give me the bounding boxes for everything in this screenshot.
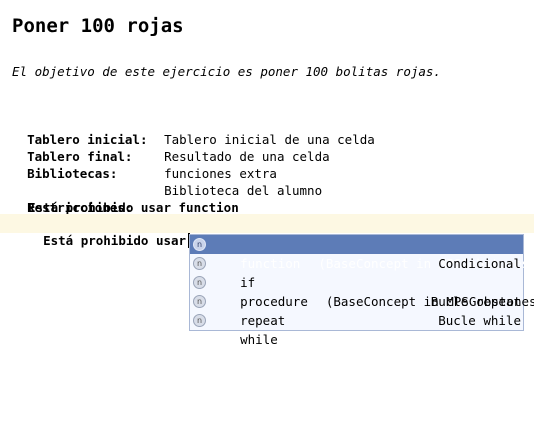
completion-item-function[interactable]: n function (BaseConcept in MPSGobstones) xyxy=(190,235,534,271)
field-tablero-final: Tablero final: Resultado de una celda xyxy=(12,131,330,164)
completion-description: Bucle repeat xyxy=(430,294,521,309)
concept-icon: n xyxy=(193,295,206,308)
field-bibliotecas-2: Biblioteca del alumno xyxy=(12,165,322,198)
completion-popup: n function (BaseConcept in MPSGobstones) n… xyxy=(189,234,534,347)
completion-description: Condicional xyxy=(438,256,521,271)
concept-icon: n xyxy=(193,314,206,327)
exercise-title: Poner 100 rojas xyxy=(12,15,184,37)
concept-icon: n xyxy=(193,276,206,289)
concept-icon: n xyxy=(193,257,206,270)
field-value[interactable]: Biblioteca del alumno xyxy=(164,182,322,199)
field-tablero-inicial: Tablero inicial: Tablero inicial de una c… xyxy=(12,114,375,147)
exercise-description: El objetivo de este ejercicio es poner 1… xyxy=(12,64,441,79)
field-bibliotecas: Bibliotecas: funciones extra xyxy=(12,148,277,181)
restriction-text: Está prohibido usar xyxy=(43,233,187,248)
completion-item-procedure[interactable]: n procedure (BaseConcept in MPSGobstones) xyxy=(190,273,534,309)
completion-item-repeat[interactable]: n repeat Bucle repeat xyxy=(190,292,523,328)
completion-description: Bucle while xyxy=(438,313,521,328)
restriction-line-2[interactable]: Está prohibido usar xyxy=(28,215,191,248)
completion-label: while xyxy=(240,332,278,347)
field-restricciones: Restricciones: xyxy=(12,182,164,215)
completion-item-if[interactable]: n if Condicional xyxy=(190,254,523,290)
concept-icon: n xyxy=(193,238,206,251)
completion-item-while[interactable]: n while Bucle while xyxy=(190,311,523,347)
